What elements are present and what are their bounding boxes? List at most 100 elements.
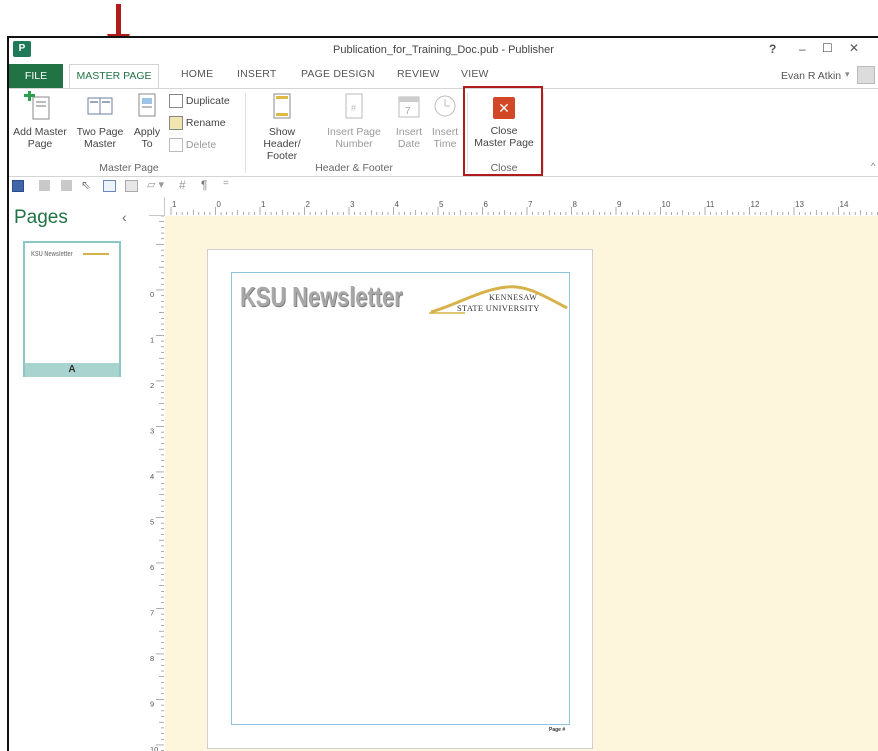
ruler-number: 3 <box>350 200 355 209</box>
close-window-button[interactable]: ✕ <box>849 41 859 55</box>
ribbon: Add Master Page Two Page Master Apply To… <box>9 88 878 177</box>
quick-access-toolbar: ⇖ ▱ ▾ # ¶ = <box>9 177 878 197</box>
tab-view[interactable]: VIEW <box>461 68 489 80</box>
ruler-number: 1 <box>261 200 266 209</box>
ruler-number: 8 <box>150 654 154 663</box>
insert-date-button[interactable]: 7 Insert Date <box>391 91 427 150</box>
header-footer-group-label: Header & Footer <box>315 162 393 174</box>
ruler-number: 7 <box>150 609 154 618</box>
horizontal-ruler[interactable]: 1 0 1 2 3 4 5 6 7 8 9 10 11 12 13 14 <box>165 197 878 217</box>
page-thumbnail-label: A <box>25 363 119 377</box>
ruler-number: 3 <box>150 427 154 436</box>
user-name[interactable]: Evan R Atkin <box>781 70 841 82</box>
annotation-highlight-box <box>463 86 543 176</box>
newsletter-title[interactable]: KSU Newsletter <box>240 281 403 313</box>
insert-date-label: Insert Date <box>395 126 423 150</box>
title-bar: P Publication_for_Training_Doc.pub - Pub… <box>9 38 878 64</box>
delete-button[interactable]: Delete <box>169 138 216 152</box>
ribbon-tabs: FILE MASTER PAGE HOME INSERT PAGE DESIGN… <box>9 64 878 88</box>
tab-review[interactable]: REVIEW <box>397 68 440 80</box>
duplicate-icon <box>169 94 183 108</box>
insert-time-label: Insert Time <box>431 126 459 150</box>
ruler-number: 6 <box>150 563 154 572</box>
ruler-number: 9 <box>617 200 622 209</box>
tab-home[interactable]: HOME <box>181 68 213 80</box>
rename-button[interactable]: Rename <box>169 116 226 130</box>
two-page-master-button[interactable]: Two Page Master <box>69 91 131 150</box>
ruler-number: 10 <box>662 200 671 209</box>
ruler-number: 5 <box>150 518 154 527</box>
tab-master-page[interactable]: MASTER PAGE <box>69 64 159 88</box>
minimize-button[interactable]: – <box>799 42 806 56</box>
svg-text:7: 7 <box>405 106 411 117</box>
ruler-number: 11 <box>706 200 715 209</box>
delete-label: Delete <box>185 139 217 151</box>
insert-page-number-button[interactable]: # Insert Page Number <box>321 91 387 150</box>
page-thumbnail[interactable]: KSU Newsletter <box>23 241 121 377</box>
help-button[interactable]: ? <box>769 42 776 56</box>
duplicate-label: Duplicate <box>185 95 230 107</box>
pointer-icon[interactable]: ⇖ <box>81 178 91 192</box>
ruler-number: 0 <box>150 290 154 299</box>
page-number-icon: # <box>345 93 363 119</box>
ruler-number: 6 <box>484 200 489 209</box>
restore-button[interactable]: ☐ <box>822 41 833 55</box>
ruler-number: 1 <box>172 200 177 209</box>
window-title: Publication_for_Training_Doc.pub - Publi… <box>333 44 554 56</box>
collapse-ribbon-icon[interactable]: ^ <box>871 161 875 171</box>
text-box-icon[interactable] <box>103 180 116 192</box>
pages-panel-title: Pages <box>14 207 68 228</box>
tab-insert[interactable]: INSERT <box>237 68 277 80</box>
ruler-number: 5 <box>439 200 444 209</box>
pilcrow-icon[interactable]: ¶ <box>201 178 207 192</box>
undo-icon[interactable] <box>39 180 50 191</box>
margin-guide <box>231 272 570 725</box>
calendar-icon: 7 <box>398 96 420 118</box>
user-dropdown-icon[interactable]: ▾ <box>845 69 850 80</box>
master-page-group-label: Master Page <box>99 162 159 174</box>
apply-to-button[interactable]: Apply To <box>129 91 165 150</box>
rename-icon <box>169 116 183 130</box>
thumbnail-logo <box>83 253 109 260</box>
ksu-logo-line2: STATE UNIVERSITY <box>457 303 540 313</box>
redo-icon[interactable] <box>61 180 72 191</box>
ruler-corner <box>149 197 165 216</box>
delete-icon <box>169 138 183 152</box>
page-number-footer[interactable]: Page # <box>549 727 565 733</box>
customize-qat-icon[interactable]: = <box>223 178 229 189</box>
two-page-icon <box>87 97 113 115</box>
rename-label: Rename <box>185 117 226 129</box>
ruler-number: 4 <box>150 472 154 481</box>
ruler-number: 8 <box>573 200 578 209</box>
ksu-logo-line1: KENNESAW <box>489 293 538 302</box>
picture-icon[interactable] <box>125 180 138 192</box>
ruler-number: 10 <box>150 745 158 751</box>
user-avatar-icon[interactable] <box>857 66 875 84</box>
header-footer-icon <box>273 93 291 119</box>
collapse-pages-icon[interactable]: ‹ <box>122 209 127 225</box>
ksu-logo[interactable]: KENNESAW STATE UNIVERSITY <box>429 282 569 318</box>
save-icon[interactable] <box>12 180 24 192</box>
ruler-number: 1 <box>150 336 154 345</box>
svg-text:#: # <box>351 103 356 113</box>
ruler-number: 0 <box>217 200 222 209</box>
tab-file[interactable]: FILE <box>9 64 63 88</box>
horizontal-ruler-ticks: 1 0 1 2 3 4 5 6 7 8 9 10 11 12 13 14 <box>170 200 878 215</box>
ruler-number: 4 <box>395 200 400 209</box>
clock-icon <box>434 95 456 117</box>
insert-page-number-label: Insert Page Number <box>327 126 381 150</box>
ruler-number: 9 <box>150 700 154 709</box>
thumbnail-newsletter-title: KSU Newsletter <box>31 251 73 258</box>
ruler-number: 13 <box>795 200 804 209</box>
tab-page-design[interactable]: PAGE DESIGN <box>301 68 375 80</box>
duplicate-button[interactable]: Duplicate <box>169 94 230 108</box>
ruler-number: 7 <box>528 200 533 209</box>
hash-icon[interactable]: # <box>179 178 186 192</box>
shape-dropdown-icon[interactable]: ▱ ▾ <box>147 178 164 191</box>
insert-time-button[interactable]: Insert Time <box>427 91 463 150</box>
group-separator <box>543 93 544 173</box>
ruler-number: 14 <box>840 200 849 209</box>
vertical-ruler[interactable]: 0 1 2 3 4 5 6 7 8 9 10 <box>149 215 166 751</box>
show-header-footer-button[interactable]: Show Header/ Footer <box>247 91 317 162</box>
add-master-page-button[interactable]: Add Master Page <box>9 91 69 150</box>
